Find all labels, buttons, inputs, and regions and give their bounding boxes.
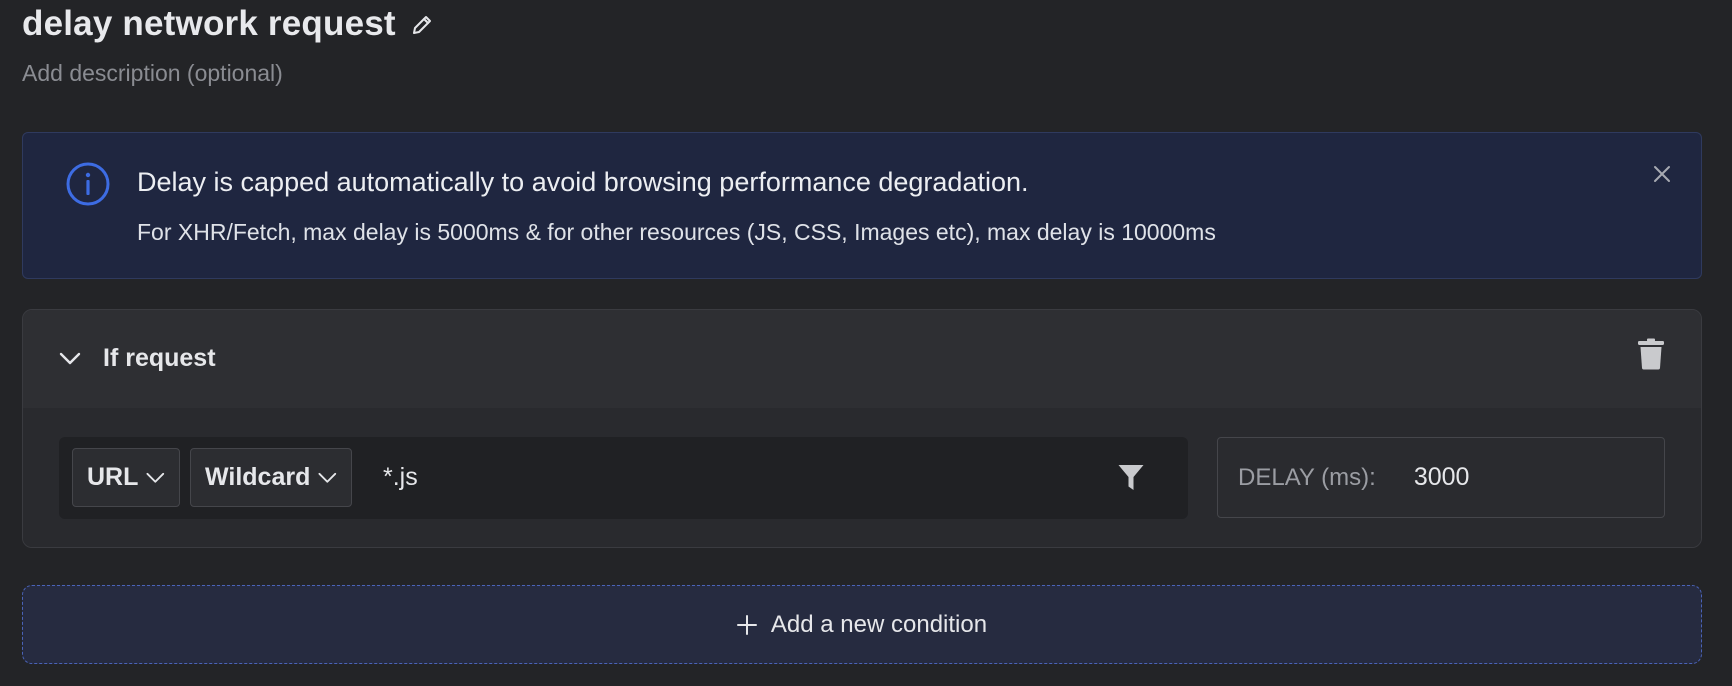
condition-title: If request <box>103 344 216 372</box>
add-condition-button[interactable]: Add a new condition <box>22 585 1702 664</box>
filter-icon <box>1118 465 1144 490</box>
source-type-select[interactable]: URL <box>72 448 180 507</box>
chevron-down-icon <box>59 352 81 365</box>
delay-field[interactable]: DELAY (ms): <box>1217 437 1665 518</box>
close-icon <box>1654 166 1670 182</box>
delay-input[interactable] <box>1411 462 1612 493</box>
delete-condition-button[interactable] <box>1635 336 1667 372</box>
collapse-toggle[interactable] <box>57 346 83 372</box>
url-pattern-input[interactable] <box>369 448 1069 507</box>
trash-icon <box>1638 338 1664 370</box>
operator-value: Wildcard <box>205 463 311 491</box>
rule-editor: delay network request Delay is capped au… <box>0 0 1732 686</box>
pencil-icon <box>412 16 431 34</box>
description-input[interactable] <box>22 60 622 87</box>
chevron-down-icon <box>318 472 337 483</box>
condition-card: If request URL Wildcard *.js DELAY (ms):… <box>22 309 1702 548</box>
info-icon <box>65 161 111 207</box>
close-banner-button[interactable] <box>1647 159 1677 189</box>
add-condition-label: Add a new condition <box>770 610 988 638</box>
chevron-down-icon <box>146 472 165 483</box>
plus-icon <box>736 614 757 635</box>
condition-body: URL Wildcard *.js DELAY (ms): 3000 <box>23 408 1701 547</box>
condition-header[interactable]: If request <box>23 310 1701 408</box>
rule-title[interactable]: delay network request <box>22 4 396 44</box>
operator-select[interactable]: Wildcard <box>190 448 352 507</box>
info-banner: Delay is capped automatically to avoid b… <box>22 132 1702 279</box>
delay-label: DELAY (ms): <box>1238 463 1376 491</box>
source-type-value: URL <box>87 463 139 491</box>
title-row: delay network request <box>22 4 436 44</box>
edit-title-button[interactable] <box>408 11 436 39</box>
advanced-filter-button[interactable] <box>1115 461 1147 495</box>
banner-title: Delay is capped automatically to avoid b… <box>137 167 1029 197</box>
banner-body: For XHR/Fetch, max delay is 5000ms & for… <box>137 219 1216 245</box>
request-matcher: URL Wildcard <box>59 437 1188 519</box>
